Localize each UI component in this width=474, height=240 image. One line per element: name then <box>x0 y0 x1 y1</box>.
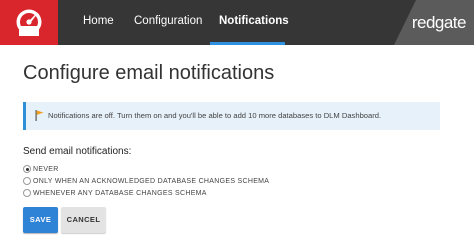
top-navigation-bar: Home Configuration Notifications redgate <box>0 0 474 45</box>
radio-never[interactable] <box>23 165 31 173</box>
radio-acknowledged-changes[interactable] <box>23 177 31 185</box>
alert-message: Notifications are off. Turn them on and … <box>48 111 382 120</box>
send-notifications-label: Send email notifications: <box>23 146 132 157</box>
active-tab-indicator <box>210 42 285 45</box>
option-never-label[interactable]: NEVER <box>33 164 59 175</box>
radio-any-changes[interactable] <box>23 189 31 197</box>
app-logo[interactable] <box>0 0 58 45</box>
notifications-off-alert: Notifications are off. Turn them on and … <box>23 102 440 130</box>
page-title: Configure email notifications <box>23 62 275 84</box>
nav-home-link[interactable]: Home <box>83 0 114 45</box>
flag-icon <box>35 110 44 121</box>
nav-notifications-link[interactable]: Notifications <box>219 0 289 45</box>
cancel-button[interactable]: CANCEL <box>61 207 106 233</box>
option-any-changes-label[interactable]: WHENEVER ANY DATABASE CHANGES SCHEMA <box>33 188 207 199</box>
brand-logo: redgate <box>411 13 467 32</box>
dashboard-gauge-icon <box>16 9 42 36</box>
save-button[interactable]: SAVE <box>23 207 58 233</box>
option-acknowledged-changes-label[interactable]: ONLY WHEN AN ACKNOWLEDGED DATABASE CHANG… <box>33 176 269 187</box>
nav-configuration-link[interactable]: Configuration <box>134 0 202 45</box>
